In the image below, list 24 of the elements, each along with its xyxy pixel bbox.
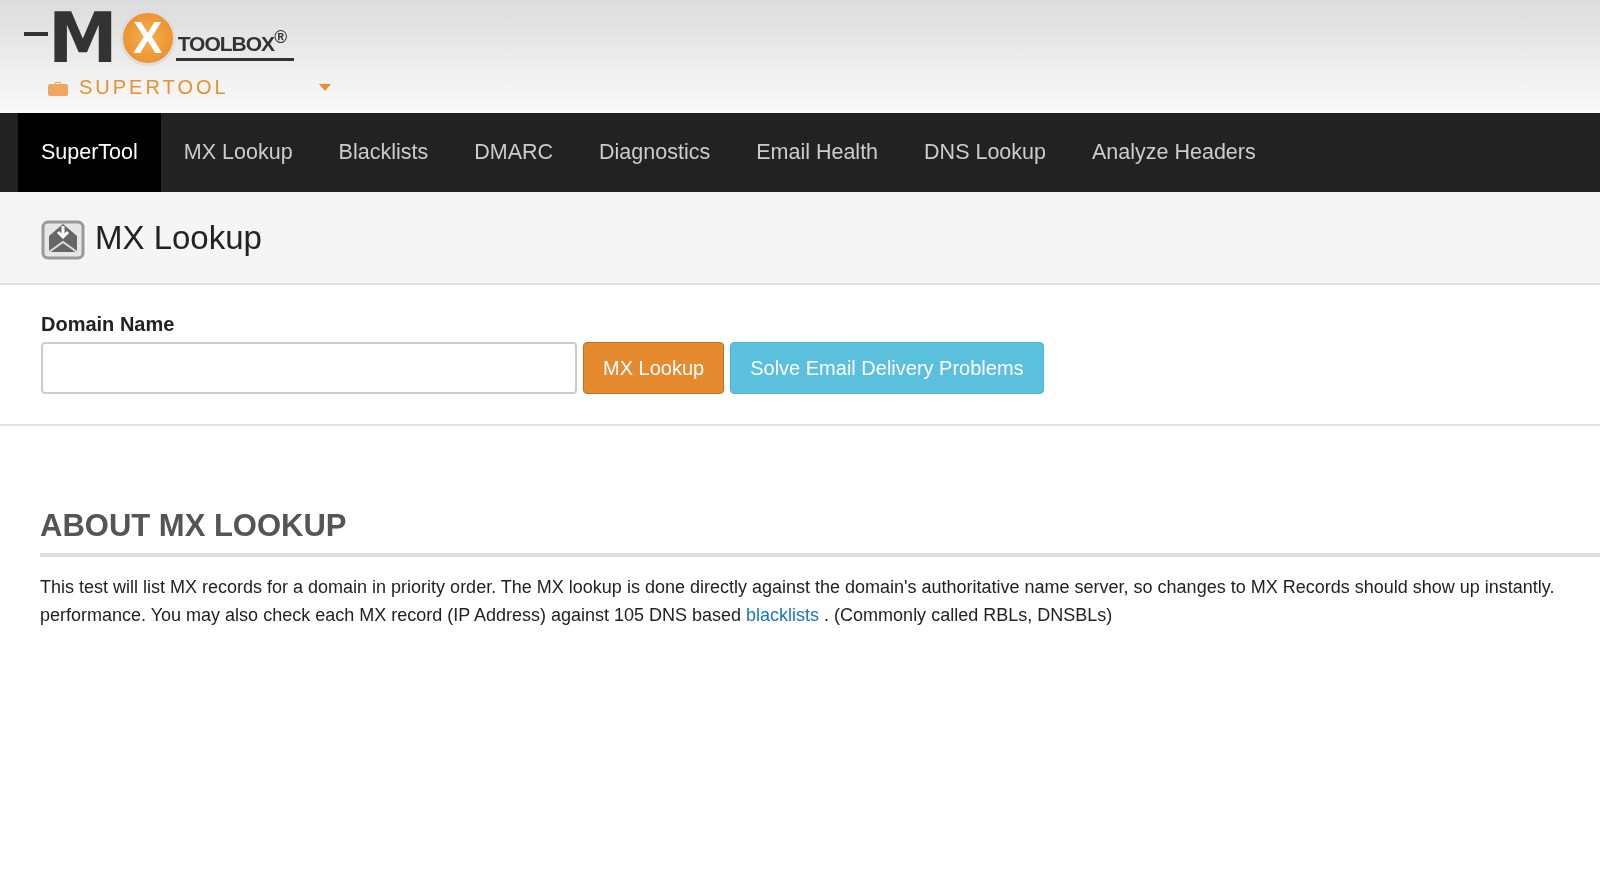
nav-tab[interactable]: Blacklists [315, 113, 452, 192]
description-text: This test will list MX records for a domain in priority order. The MX lookup is done directly against the domain's authoritative name server, so changes to MX Records should show up instantly. [40, 576, 1556, 599]
nav-tab[interactable]: Email Health [733, 113, 902, 192]
nav-tab[interactable]: Diagnostics [576, 113, 734, 192]
nav-tab[interactable]: DMARC [451, 113, 577, 192]
mxtoolbox-logo[interactable]: M X TOOLBOX$^{®}$ SUPERTOOL [24, 0, 331, 99]
nav-tab[interactable]: MX Lookup [160, 113, 316, 192]
product-name: SUPERTOOL [79, 76, 229, 99]
description-text: performance. You may also check each MX record (IP Address) against 105 DNS based [40, 605, 742, 625]
section-heading: ABOUT MX LOOKUP [40, 508, 348, 544]
toolbox-icon [48, 79, 68, 96]
nav-tab[interactable]: SuperTool [18, 113, 161, 192]
page-title: MX Lookup [95, 218, 262, 257]
description-text: . (Commonly called RBLs, DNSBLs) [824, 605, 1113, 625]
caret-icon[interactable] [318, 84, 331, 91]
domain-input-field[interactable] [41, 342, 577, 394]
wire-icon [24, 32, 48, 36]
nav-tab[interactable]: DNS Lookup [901, 113, 1069, 192]
logo-circle-letter: X [119, 10, 176, 66]
field-label: Domain Name [41, 313, 176, 336]
logo-wordmark: TOOLBOX$^{®}$ [175, 27, 295, 61]
blacklists-link[interactable]: blacklists [746, 605, 820, 625]
nav-tab[interactable]: Analyze Headers [1069, 113, 1279, 192]
logo-letter: M [48, 8, 118, 68]
